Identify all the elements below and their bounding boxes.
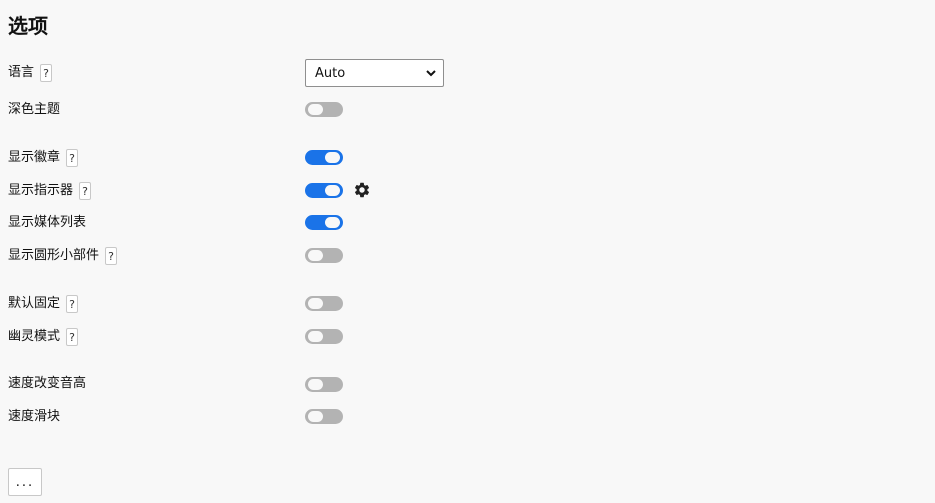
language-label: 语言 [8,65,35,80]
speed-pitch-label: 速度改变音高 [8,376,87,391]
option-row-show-badge: 显示徽章 ? [8,147,79,169]
show-badge-control [305,150,343,165]
show-indicator-toggle[interactable] [305,182,343,198]
dark-theme-toggle[interactable] [305,102,343,117]
speed-pitch-toggle[interactable] [305,377,343,392]
help-icon[interactable]: ? [66,295,79,313]
gear-icon[interactable] [353,181,371,199]
language-select[interactable]: Auto [305,59,444,87]
option-row-dark-theme: 深色主题 [8,99,60,121]
toggle-knob [325,152,340,163]
help-icon[interactable]: ? [66,328,79,346]
speed-slider-label: 速度滑块 [8,409,61,424]
option-row-speed-slider: 速度滑块 [8,406,60,428]
language-select-value: Auto [315,65,346,81]
toggle-knob [308,250,323,261]
chevron-down-icon [426,69,436,76]
toggle-knob [325,184,340,196]
toggle-knob [308,379,323,390]
show-indicator-control [305,181,371,199]
ghost-mode-label: 幽灵模式 [8,329,61,344]
toggle-knob [308,298,323,309]
help-icon[interactable]: ? [40,64,53,82]
default-pinned-label: 默认固定 [8,296,61,311]
default-pinned-control [305,296,343,311]
show-circle-widget-toggle[interactable] [305,248,343,263]
page-title: 选项 [8,14,48,38]
help-icon[interactable]: ? [66,149,79,167]
speed-pitch-control [305,377,343,392]
show-badge-label: 显示徽章 [8,150,61,165]
help-icon[interactable]: ? [105,247,118,265]
dark-theme-control [305,102,343,117]
speed-slider-control [305,409,343,424]
show-circle-widget-control [305,248,343,263]
toggle-knob [325,217,340,228]
option-row-speed-pitch: 速度改变音高 [8,373,86,395]
show-badge-toggle[interactable] [305,150,343,165]
show-media-list-toggle[interactable] [305,215,343,230]
default-pinned-toggle[interactable] [305,296,343,311]
show-indicator-label: 显示指示器 [8,183,74,198]
toggle-knob [308,331,323,342]
dark-theme-label: 深色主题 [8,102,61,117]
speed-slider-toggle[interactable] [305,409,343,424]
toggle-knob [308,411,323,422]
option-row-show-media-list: 显示媒体列表 [8,212,86,234]
option-row-default-pinned: 默认固定 ? [8,293,79,315]
option-row-ghost-mode: 幽灵模式 ? [8,326,79,348]
toggle-knob [308,104,323,115]
show-media-list-label: 显示媒体列表 [8,215,87,230]
show-circle-widget-label: 显示圆形小部件 [8,248,100,263]
option-row-show-circle-widget: 显示圆形小部件 ? [8,245,118,267]
option-row-show-indicator: 显示指示器 ? [8,180,92,202]
more-button[interactable]: ... [8,468,42,496]
show-media-list-control [305,215,343,230]
language-control: Auto [305,59,444,87]
help-icon[interactable]: ? [79,182,92,200]
language-row: 语言 ? [8,62,53,84]
ghost-mode-control [305,329,343,344]
ghost-mode-toggle[interactable] [305,329,343,344]
